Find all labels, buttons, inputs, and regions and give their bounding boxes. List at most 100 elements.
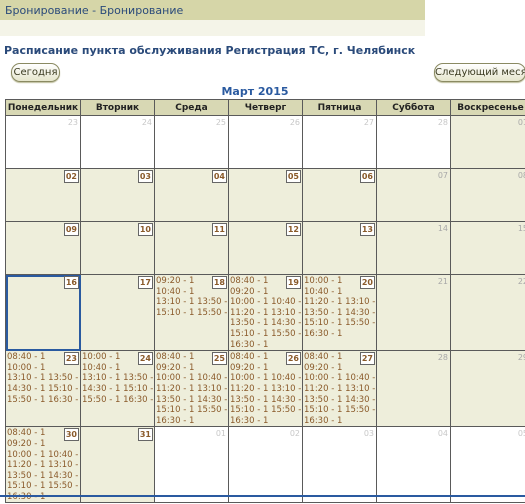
- day-number[interactable]: 27: [359, 352, 375, 366]
- time-slot[interactable]: 14:30 - 1 15:10 - 1: [7, 384, 80, 395]
- time-slot[interactable]: 16:30 - 1: [230, 416, 302, 426]
- next-month-button[interactable]: Следующий месяц: [434, 63, 525, 82]
- time-slot[interactable]: 15:10 - 1 15:50 - 1: [304, 318, 376, 329]
- calendar-day-cell[interactable]: 06: [302, 168, 377, 222]
- time-slot[interactable]: 15:10 - 1 15:50 - 1: [304, 405, 376, 416]
- time-slot[interactable]: 13:50 - 1 14:30 - 1: [230, 318, 302, 329]
- calendar-day-cell[interactable]: 25: [154, 115, 229, 169]
- calendar-day-cell[interactable]: 04: [154, 168, 229, 222]
- calendar-day-cell[interactable]: 27 08:40 - 1 09:20 - 1 10:00 - 1 10:40 - 11…: [302, 350, 377, 428]
- day-number[interactable]: 16: [63, 276, 79, 289]
- calendar-day-cell[interactable]: 12: [228, 221, 303, 275]
- time-slot[interactable]: 13:10 - 1 13:50 - 1: [7, 373, 80, 384]
- calendar-day-cell[interactable]: 01: [450, 115, 525, 169]
- calendar-day-cell[interactable]: 28: [376, 350, 451, 428]
- time-slot[interactable]: 16:30 - 1: [156, 416, 228, 426]
- calendar-day-cell[interactable]: 10: [80, 221, 155, 275]
- time-slot[interactable]: 10:00 - 1 10:40 - 1: [230, 373, 302, 384]
- day-number[interactable]: 11: [211, 223, 227, 236]
- calendar-day-cell[interactable]: 15: [450, 221, 525, 275]
- calendar-day-cell[interactable]: 09: [5, 221, 81, 275]
- calendar-day-cell[interactable]: 07: [376, 168, 451, 222]
- day-number[interactable]: 12: [285, 223, 301, 236]
- calendar-day-cell[interactable]: 26 08:40 - 1 09:20 - 1 10:00 - 1 10:40 - 11…: [228, 350, 303, 428]
- day-number[interactable]: 19: [285, 276, 301, 289]
- day-number[interactable]: 25: [211, 352, 227, 366]
- time-slot[interactable]: 16:30 - 1: [304, 329, 376, 340]
- time-slot[interactable]: 13:50 - 1 14:30 - 1: [304, 395, 376, 406]
- day-number[interactable]: 10: [137, 223, 153, 236]
- calendar-day-cell[interactable]: 26: [228, 115, 303, 169]
- calendar-day-cell[interactable]: 28: [376, 115, 451, 169]
- today-button[interactable]: Сегодня: [11, 63, 60, 82]
- calendar-day-cell[interactable]: 21: [376, 273, 451, 352]
- time-slot[interactable]: 14:30 - 1 15:10 - 1: [82, 384, 154, 395]
- calendar-day-cell[interactable]: 03: [80, 168, 155, 222]
- calendar-day-cell[interactable]: 24: [80, 115, 155, 169]
- calendar-day-cell[interactable]: 03: [302, 426, 377, 504]
- time-slot[interactable]: 15:10 - 1 15:50 - 1: [230, 405, 302, 416]
- time-slot[interactable]: 11:20 - 1 13:10 - 1: [7, 460, 80, 471]
- day-number[interactable]: 06: [359, 170, 375, 183]
- day-number[interactable]: 23: [63, 352, 79, 366]
- time-slot[interactable]: 10:00 - 1 10:40 - 1: [7, 450, 80, 461]
- time-slot[interactable]: 10:00 - 1 10:40 - 1: [156, 373, 228, 384]
- calendar-day-cell[interactable]: 18 09:20 - 1 10:40 - 1 13:10 - 1 13:50 - 11…: [154, 273, 229, 352]
- time-slot[interactable]: 13:50 - 1 14:30 - 1: [230, 395, 302, 406]
- calendar-day-cell[interactable]: 01: [154, 426, 229, 504]
- calendar-day-cell[interactable]: 24 10:00 - 1 10:40 - 1 13:10 - 1 13:50 - 11…: [80, 350, 155, 428]
- day-number[interactable]: 13: [359, 223, 375, 236]
- time-slot[interactable]: 11:20 - 1 13:10 - 1: [230, 384, 302, 395]
- calendar-day-cell[interactable]: 05: [450, 426, 525, 504]
- calendar-day-cell[interactable]: 17: [80, 273, 155, 352]
- time-slot[interactable]: 16:30 - 1: [7, 492, 80, 502]
- calendar-day-cell[interactable]: 23 08:40 - 1 10:00 - 1 13:10 - 1 13:50 - 11…: [5, 350, 81, 428]
- calendar-day-cell[interactable]: 29: [450, 350, 525, 428]
- calendar-day-cell[interactable]: 02: [5, 168, 81, 222]
- time-slot[interactable]: 15:10 - 1 15:50 - 1: [156, 308, 228, 319]
- time-slot[interactable]: 13:10 - 1 13:50 - 1: [156, 297, 228, 308]
- time-slot[interactable]: 15:10 - 1 15:50 - 1: [230, 329, 302, 340]
- calendar-day-cell[interactable]: 27: [302, 115, 377, 169]
- calendar-day-cell[interactable]: 13: [302, 221, 377, 275]
- day-number[interactable]: 18: [211, 276, 227, 289]
- calendar-day-cell[interactable]: 20 10:00 - 1 10:40 - 1 11:20 - 1 13:10 - 11…: [302, 273, 377, 352]
- calendar-day-cell[interactable]: 11: [154, 221, 229, 275]
- time-slot[interactable]: 13:10 - 1 13:50 - 1: [82, 373, 154, 384]
- calendar-day-cell[interactable]: 25 08:40 - 1 09:20 - 1 10:00 - 1 10:40 - 11…: [154, 350, 229, 428]
- calendar-day-cell[interactable]: 08: [450, 168, 525, 222]
- calendar-day-cell[interactable]: 23: [5, 115, 81, 169]
- calendar-day-cell[interactable]: 05: [228, 168, 303, 222]
- calendar-day-cell[interactable]: 02: [228, 426, 303, 504]
- calendar-day-cell[interactable]: 22: [450, 273, 525, 352]
- time-slot[interactable]: 15:50 - 1 16:30 - 1: [82, 395, 154, 406]
- day-number[interactable]: 02: [63, 170, 79, 183]
- day-number[interactable]: 24: [137, 352, 153, 366]
- calendar-day-cell[interactable]: 04: [376, 426, 451, 504]
- time-slot[interactable]: 13:50 - 1 14:30 - 1: [304, 308, 376, 319]
- day-number[interactable]: 20: [359, 276, 375, 289]
- time-slot[interactable]: 11:20 - 1 13:10 - 1: [156, 384, 228, 395]
- calendar-day-cell[interactable]: 31: [80, 426, 155, 504]
- calendar-day-cell[interactable]: 30 08:40 - 1 09:20 - 1 10:00 - 1 10:40 - 11…: [5, 426, 81, 504]
- day-number[interactable]: 04: [211, 170, 227, 183]
- day-number[interactable]: 05: [285, 170, 301, 183]
- time-slot[interactable]: 16:30 - 1: [230, 340, 302, 350]
- day-number[interactable]: 31: [137, 428, 153, 442]
- time-slot[interactable]: 15:10 - 1 15:50 - 1: [156, 405, 228, 416]
- time-slot[interactable]: 16:30 - 1: [304, 416, 376, 426]
- time-slot[interactable]: 13:50 - 1 14:30 - 1: [7, 471, 80, 482]
- day-number[interactable]: 26: [285, 352, 301, 366]
- day-number[interactable]: 17: [137, 276, 153, 289]
- day-number[interactable]: 30: [63, 428, 79, 442]
- time-slot[interactable]: 11:20 - 1 13:10 - 1: [304, 297, 376, 308]
- day-number[interactable]: 09: [63, 223, 79, 236]
- time-slot[interactable]: 11:20 - 1 13:10 - 1: [304, 384, 376, 395]
- time-slot[interactable]: 10:00 - 1 10:40 - 1: [304, 373, 376, 384]
- time-slot[interactable]: 13:50 - 1 14:30 - 1: [156, 395, 228, 406]
- time-slot[interactable]: 15:10 - 1 15:50 - 1: [7, 481, 80, 492]
- time-slot[interactable]: 11:20 - 1 13:10 - 1: [230, 308, 302, 319]
- calendar-day-cell[interactable]: 19 08:40 - 1 09:20 - 1 10:00 - 1 10:40 - 11…: [228, 273, 303, 352]
- day-number[interactable]: 03: [137, 170, 153, 183]
- calendar-day-cell[interactable]: 16: [5, 273, 81, 352]
